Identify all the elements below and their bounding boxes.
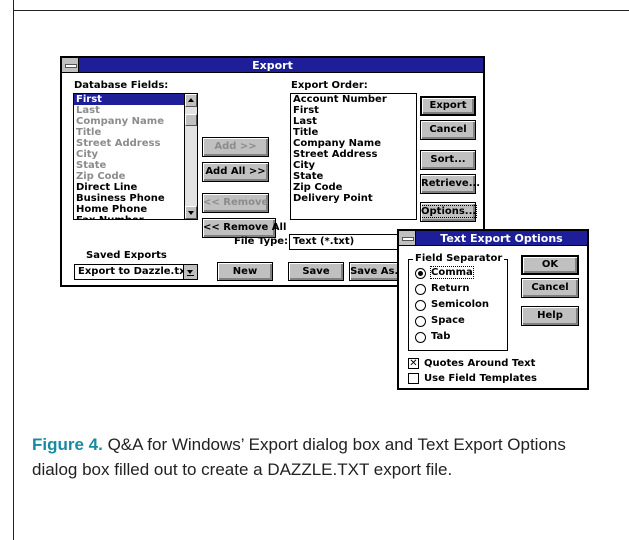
database-fields-list[interactable]: First Last Company Name Title Street Address… (73, 93, 198, 220)
text-export-options-dialog: Text Export Options Field Separator Comm… (397, 229, 589, 390)
options-cancel-button[interactable]: Cancel (521, 278, 579, 298)
check-mark-icon: ✕ (409, 358, 418, 369)
file-type-label: File Type: (234, 236, 289, 247)
scroll-thumb[interactable] (185, 114, 197, 126)
database-field-item[interactable]: City (74, 149, 197, 160)
cancel-button[interactable]: Cancel (420, 120, 476, 140)
sort-button[interactable]: Sort... (420, 150, 476, 170)
separator-label-tab[interactable]: Tab (431, 331, 450, 342)
field-separator-group: Field Separator Comma Return Semicolon Spac… (408, 253, 508, 351)
database-field-item[interactable]: First (74, 94, 197, 105)
quotes-around-text-checkbox[interactable]: ✕ (408, 358, 419, 369)
database-field-item[interactable]: Fax Number (74, 215, 197, 219)
saved-exports-value: Export to Dazzle.txt (78, 266, 191, 277)
separator-radio-space[interactable] (415, 316, 426, 327)
export-order-item[interactable]: Company Name (291, 138, 416, 149)
database-fields-scrollbar[interactable] (184, 94, 197, 219)
scroll-up-arrow-icon[interactable] (185, 94, 197, 107)
database-field-item[interactable]: Street Address (74, 138, 197, 149)
export-order-label: Export Order: (291, 80, 368, 91)
options-title: Text Export Options (440, 232, 563, 245)
options-titlebar[interactable]: Text Export Options (399, 231, 587, 246)
separator-radio-comma[interactable] (415, 268, 426, 279)
quotes-around-text-label[interactable]: Quotes Around Text (424, 358, 535, 369)
database-field-item[interactable]: Direct Line (74, 182, 197, 193)
export-order-list[interactable]: Account Number First Last Title Company Name… (290, 93, 417, 220)
figure-caption: Figure 4. Q&A for Windows’ Export dialog… (32, 432, 592, 482)
database-field-item[interactable]: Last (74, 105, 197, 116)
save-button[interactable]: Save (288, 262, 344, 281)
database-field-item[interactable]: Business Phone (74, 193, 197, 204)
field-separator-label: Field Separator (413, 253, 505, 264)
use-field-templates-checkbox[interactable] (408, 373, 419, 384)
database-fields-label: Database Fields: (74, 80, 169, 91)
database-field-item[interactable]: Home Phone (74, 204, 197, 215)
file-type-value: Text (*.txt) (293, 236, 355, 247)
export-order-item[interactable]: Delivery Point (291, 193, 416, 204)
figure-frame-top (13, 10, 629, 11)
separator-label-space[interactable]: Space (431, 315, 465, 326)
options-button[interactable]: Options... (419, 202, 478, 222)
ok-button[interactable]: OK (521, 255, 579, 275)
remove-all-button[interactable]: << Remove All (202, 218, 286, 238)
figure-label: Figure 4. (32, 435, 103, 454)
saved-exports-label: Saved Exports (86, 250, 167, 261)
remove-button[interactable]: << Remove (202, 193, 269, 213)
export-order-item[interactable]: City (291, 160, 416, 171)
help-button[interactable]: Help (521, 306, 579, 326)
system-menu-icon[interactable] (399, 231, 416, 245)
export-order-item[interactable]: Last (291, 116, 416, 127)
add-button[interactable]: Add >> (202, 137, 269, 157)
database-field-item[interactable]: Company Name (74, 116, 197, 127)
separator-radio-semicolon[interactable] (415, 300, 426, 311)
export-order-item[interactable]: Title (291, 127, 416, 138)
separator-label-semicolon[interactable]: Semicolon (431, 299, 489, 310)
file-type-select[interactable]: Text (*.txt) (289, 234, 398, 250)
database-field-item[interactable]: Zip Code (74, 171, 197, 182)
add-all-button[interactable]: Add All >> (202, 162, 269, 182)
export-order-item[interactable]: Account Number (291, 94, 416, 105)
export-order-item[interactable]: Street Address (291, 149, 416, 160)
separator-radio-tab[interactable] (415, 332, 426, 343)
use-field-templates-label[interactable]: Use Field Templates (424, 373, 537, 384)
export-order-item[interactable]: Zip Code (291, 182, 416, 193)
export-order-item[interactable]: First (291, 105, 416, 116)
database-field-item[interactable]: State (74, 160, 197, 171)
separator-label-comma[interactable]: Comma (430, 266, 474, 279)
saved-exports-select[interactable]: Export to Dazzle.txt (74, 264, 198, 280)
export-button[interactable]: Export (420, 96, 476, 116)
database-field-item[interactable]: Title (74, 127, 197, 138)
dropdown-arrow-icon[interactable] (183, 265, 197, 279)
new-button[interactable]: New (217, 262, 273, 281)
scroll-down-arrow-icon[interactable] (185, 206, 197, 219)
export-title: Export (252, 59, 293, 72)
separator-radio-return[interactable] (415, 284, 426, 295)
separator-label-return[interactable]: Return (431, 283, 469, 294)
export-titlebar[interactable]: Export (62, 58, 483, 73)
options-button-label: Options... (419, 205, 478, 218)
retrieve-button[interactable]: Retrieve... (420, 174, 480, 194)
export-order-item[interactable]: State (291, 171, 416, 182)
caption-text: Q&A for Windows’ Export dialog box and T… (32, 435, 566, 479)
